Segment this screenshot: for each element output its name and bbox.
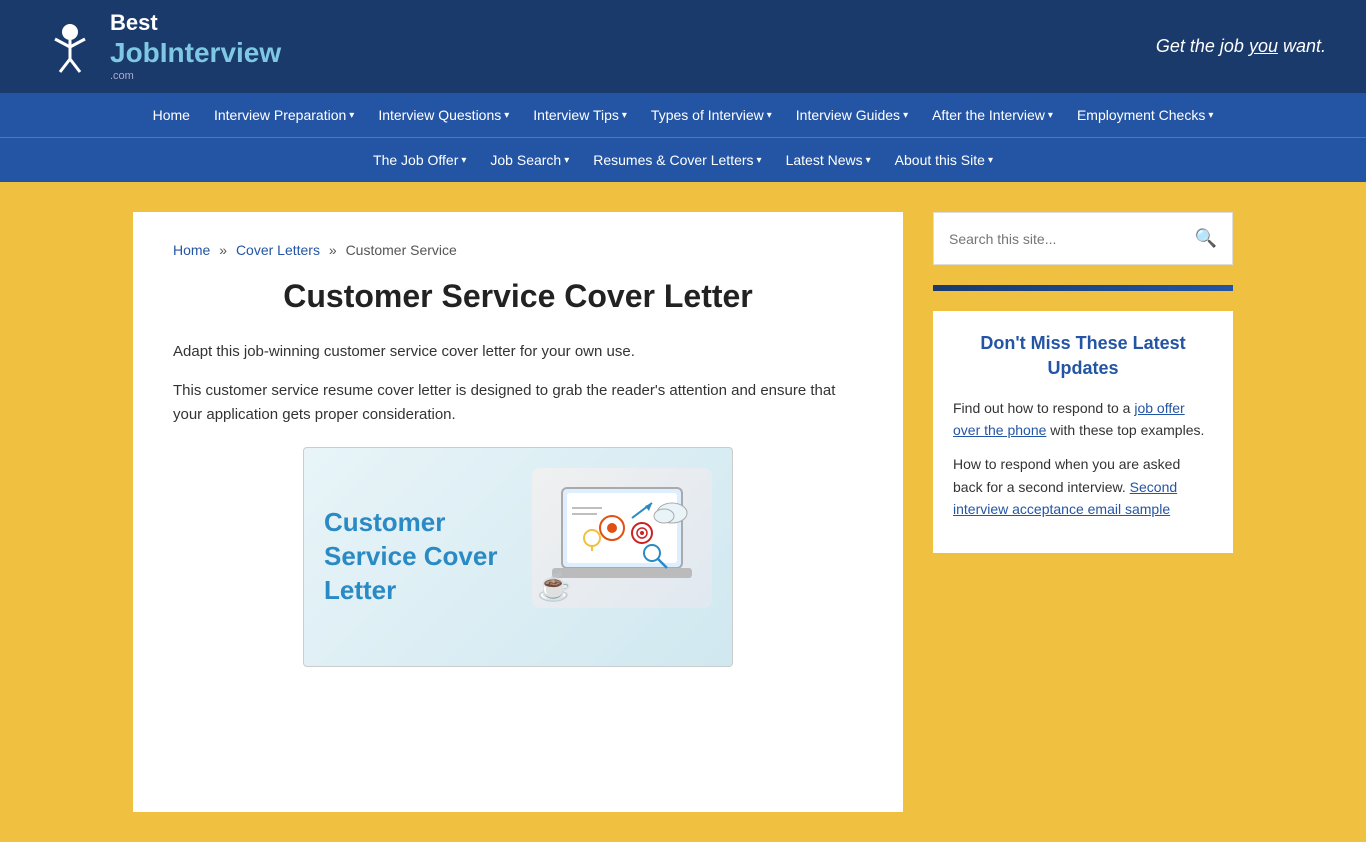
- logo-icon: [40, 17, 100, 77]
- nav-job-offer[interactable]: The Job Offer ▾: [361, 138, 478, 182]
- main-content: Home » Cover Letters » Customer Service …: [133, 212, 903, 812]
- cover-letter-image: Customer Service Cover Letter: [303, 447, 733, 667]
- nav-job-search[interactable]: Job Search ▾: [478, 138, 581, 182]
- nav-interview-tips[interactable]: Interview Tips ▾: [521, 93, 639, 137]
- nav-interview-preparation[interactable]: Interview Preparation ▾: [202, 93, 366, 137]
- breadcrumb: Home » Cover Letters » Customer Service: [173, 242, 863, 258]
- logo-area[interactable]: Best JobInterview .com: [40, 10, 281, 83]
- nav-resumes-cover-letters[interactable]: Resumes & Cover Letters ▾: [581, 138, 773, 182]
- nav-interview-questions[interactable]: Interview Questions ▾: [366, 93, 521, 137]
- breadcrumb-sep-2: »: [329, 242, 337, 258]
- sidebar-accent-bar: [933, 285, 1233, 291]
- nav-after-the-interview[interactable]: After the Interview ▾: [920, 93, 1065, 137]
- breadcrumb-sep-1: »: [219, 242, 227, 258]
- widget-title: Don't Miss These Latest Updates: [953, 331, 1213, 381]
- nav-home[interactable]: Home: [141, 93, 202, 137]
- breadcrumb-home[interactable]: Home: [173, 242, 210, 258]
- nav-interview-guides[interactable]: Interview Guides ▾: [784, 93, 920, 137]
- content-layout: Home » Cover Letters » Customer Service …: [133, 212, 1233, 812]
- nav-row-2: The Job Offer ▾ Job Search ▾ Resumes & C…: [0, 138, 1366, 182]
- search-box: 🔍: [933, 212, 1233, 265]
- nav-employment-checks[interactable]: Employment Checks ▾: [1065, 93, 1225, 137]
- breadcrumb-cover-letters[interactable]: Cover Letters: [236, 242, 320, 258]
- logo-text: Best JobInterview .com: [110, 10, 281, 83]
- site-header: Best JobInterview .com Get the job you w…: [0, 0, 1366, 93]
- main-wrapper: Home » Cover Letters » Customer Service …: [0, 182, 1366, 842]
- widget-text-2: How to respond when you are asked back f…: [953, 453, 1213, 520]
- logo-best: Best: [110, 10, 281, 36]
- image-decoration: ☕: [532, 468, 712, 608]
- nav-latest-news[interactable]: Latest News ▾: [774, 138, 883, 182]
- nav-row-1: Home Interview Preparation ▾ Interview Q…: [0, 93, 1366, 137]
- main-navigation: Home Interview Preparation ▾ Interview Q…: [0, 93, 1366, 182]
- breadcrumb-current: Customer Service: [346, 242, 457, 258]
- logo-job-interview: JobInterview: [110, 36, 281, 70]
- article-para-2: This customer service resume cover lette…: [173, 379, 863, 427]
- nav-types-of-interview[interactable]: Types of Interview ▾: [639, 93, 784, 137]
- site-tagline: Get the job you want.: [1156, 36, 1326, 57]
- logo-job: Job: [110, 37, 160, 68]
- sidebar-widget: Don't Miss These Latest Updates Find out…: [933, 311, 1233, 552]
- image-title-text: Customer Service Cover Letter: [324, 506, 524, 607]
- coffee-icon: ☕: [537, 570, 572, 603]
- widget-text-1: Find out how to respond to a job offer o…: [953, 397, 1213, 442]
- search-button[interactable]: 🔍: [1195, 228, 1217, 249]
- nav-about-site[interactable]: About this Site ▾: [883, 138, 1005, 182]
- search-input[interactable]: [949, 231, 1195, 247]
- page-title: Customer Service Cover Letter: [173, 278, 863, 315]
- logo-dotcom: .com: [110, 70, 281, 83]
- logo-interview: Interview: [160, 37, 281, 68]
- article-para-1: Adapt this job-winning customer service …: [173, 340, 863, 364]
- sidebar: 🔍 Don't Miss These Latest Updates Find o…: [933, 212, 1233, 812]
